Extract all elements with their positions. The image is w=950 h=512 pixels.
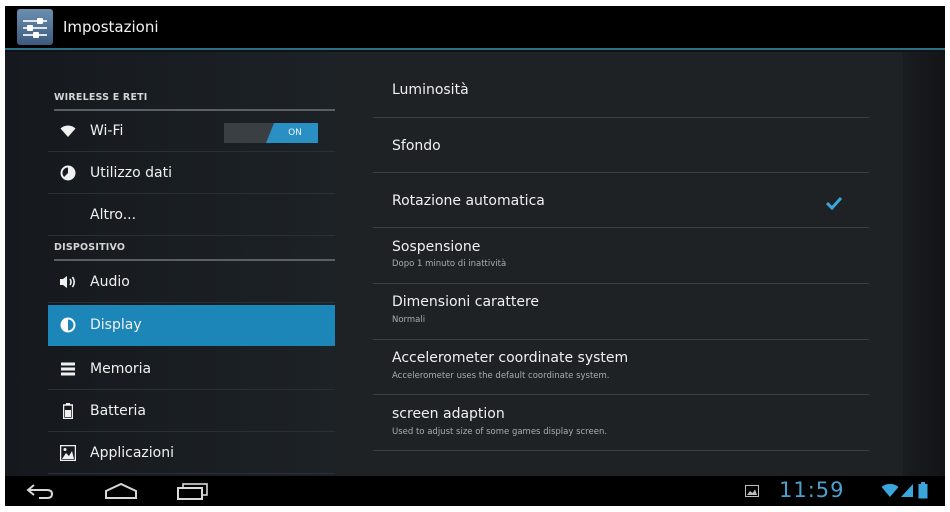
wifi-status-icon[interactable] bbox=[881, 483, 899, 498]
sidebar-item-label: Applicazioni bbox=[90, 445, 174, 461]
sidebar-item-label: Altro... bbox=[90, 207, 137, 223]
wifi-toggle-state: ON bbox=[288, 128, 302, 138]
section-header-wireless: WIRELESS E RETI bbox=[54, 92, 335, 111]
back-icon[interactable] bbox=[25, 481, 55, 501]
wifi-icon bbox=[58, 121, 78, 141]
display-icon bbox=[58, 315, 78, 335]
recent-apps-icon[interactable] bbox=[175, 481, 211, 501]
sidebar-item-label: Display bbox=[90, 317, 142, 333]
sidebar-item-display[interactable]: Display bbox=[48, 305, 335, 346]
setting-title: Luminosità bbox=[392, 82, 469, 98]
sidebar-item-storage[interactable]: Memoria bbox=[48, 349, 335, 390]
settings-content: WIRELESS E RETI Wi-Fi ON Utilizzo dati A… bbox=[5, 52, 945, 476]
display-settings-pane: Luminosità Sfondo Rotazione automatica S… bbox=[338, 52, 903, 476]
sidebar-item-audio[interactable]: Audio bbox=[48, 262, 335, 303]
sidebar-item-label: Batteria bbox=[90, 403, 146, 419]
setting-font-size[interactable] bbox=[373, 284, 869, 340]
app-title: Impostazioni bbox=[63, 18, 159, 36]
home-icon[interactable] bbox=[103, 481, 139, 501]
settings-sliders-icon[interactable] bbox=[17, 9, 53, 45]
sidebar-item-label: Wi-Fi bbox=[90, 123, 124, 139]
tablet-screen: Impostazioni WIRELESS E RETI Wi-Fi ON Ut… bbox=[5, 6, 945, 506]
setting-title: Rotazione automatica bbox=[392, 193, 545, 209]
signal-icon[interactable] bbox=[900, 483, 914, 498]
section-header-device: DISPOSITIVO bbox=[54, 242, 335, 261]
sidebar-item-data-usage[interactable]: Utilizzo dati bbox=[48, 153, 335, 194]
battery-icon bbox=[58, 401, 78, 421]
setting-title: screen adaption bbox=[392, 406, 505, 422]
setting-summary: Accelerometer uses the default coordinat… bbox=[392, 371, 610, 381]
sidebar-item-label: Memoria bbox=[90, 361, 152, 377]
sidebar-item-wifi[interactable]: Wi-Fi ON bbox=[48, 111, 335, 152]
setting-title: Accelerometer coordinate system bbox=[392, 350, 629, 366]
setting-summary: Normali bbox=[392, 315, 426, 325]
setting-title: Sfondo bbox=[392, 138, 441, 154]
sidebar-item-more[interactable]: Altro... bbox=[48, 195, 335, 236]
battery-status-icon[interactable] bbox=[918, 482, 928, 499]
setting-sleep[interactable] bbox=[373, 228, 869, 284]
sidebar-item-label: Audio bbox=[90, 274, 130, 290]
data-usage-icon bbox=[58, 163, 78, 183]
setting-summary: Dopo 1 minuto di inattività bbox=[392, 259, 507, 269]
checkbox-checked-icon[interactable] bbox=[826, 196, 842, 210]
settings-categories-pane: WIRELESS E RETI Wi-Fi ON Utilizzo dati A… bbox=[48, 52, 335, 476]
apps-icon bbox=[58, 443, 78, 463]
status-clock[interactable]: 11:59 bbox=[779, 478, 845, 502]
sidebar-item-battery[interactable]: Batteria bbox=[48, 391, 335, 432]
setting-accelerometer[interactable] bbox=[373, 340, 869, 395]
sidebar-item-apps[interactable]: Applicazioni bbox=[48, 433, 335, 474]
storage-icon bbox=[58, 359, 78, 379]
sidebar-item-label: Utilizzo dati bbox=[90, 165, 172, 181]
wifi-toggle[interactable]: ON bbox=[224, 123, 318, 143]
setting-title: Sospensione bbox=[392, 239, 481, 255]
setting-screen-adaption[interactable] bbox=[373, 395, 869, 451]
setting-wallpaper[interactable] bbox=[373, 118, 869, 173]
setting-summary: Used to adjust size of some games displa… bbox=[392, 427, 608, 437]
right-edge-shadow bbox=[903, 52, 945, 476]
gallery-icon[interactable] bbox=[745, 485, 759, 497]
setting-title: Dimensioni carattere bbox=[392, 294, 540, 310]
action-bar: Impostazioni bbox=[5, 6, 945, 50]
speaker-icon bbox=[58, 272, 78, 292]
system-navigation-bar: 11:59 bbox=[5, 476, 945, 506]
